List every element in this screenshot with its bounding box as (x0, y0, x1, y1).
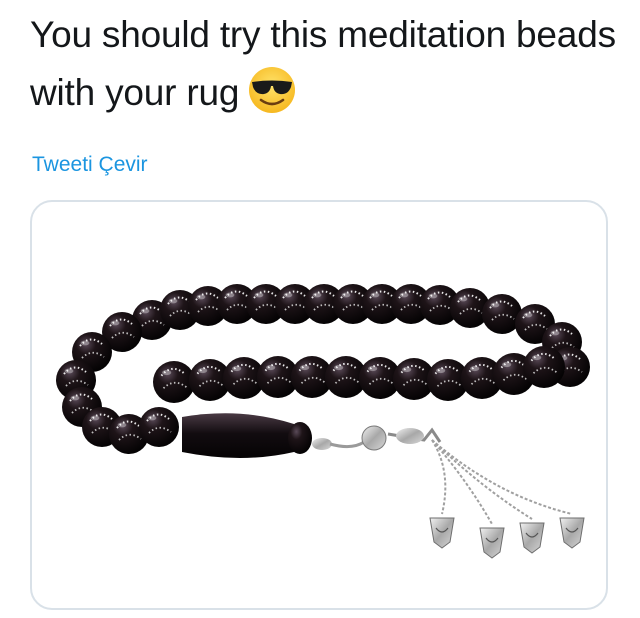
sunglasses-emoji-icon (247, 65, 297, 115)
silver-chain (329, 440, 365, 449)
tweet-media-image[interactable] (30, 200, 608, 610)
bead-highlight (458, 296, 468, 302)
bead-highlight (428, 293, 438, 299)
imame-piece (182, 413, 294, 458)
tassel-charm (519, 522, 545, 554)
bead-highlight (140, 308, 150, 314)
tassel-chain (431, 439, 573, 515)
bead-highlight (502, 362, 512, 368)
bead-highlight (470, 366, 480, 372)
bead-highlight (341, 292, 351, 298)
bead-highlight (334, 365, 344, 371)
tweet-text-content: You should try this meditation beads wit… (30, 14, 616, 113)
bead-highlight (90, 415, 100, 421)
bead-highlight (80, 340, 90, 346)
tweet-text: You should try this meditation beads wit… (30, 6, 620, 122)
bead-highlight (225, 292, 235, 298)
tassel-charm (559, 517, 585, 549)
translate-tweet-link[interactable]: Tweeti Çevir (32, 153, 148, 177)
silver-cap (312, 438, 332, 450)
tassel-chain (431, 439, 533, 520)
bead-highlight (523, 312, 533, 318)
bead-highlight (254, 292, 264, 298)
bead-highlight (147, 415, 157, 421)
bead-highlight (399, 292, 409, 298)
silver-ornament (361, 425, 387, 451)
bead-highlight (162, 370, 172, 376)
bead-highlight (198, 368, 208, 374)
bead-highlight (368, 366, 378, 372)
prayer-beads-image (56, 284, 590, 559)
bead-highlight (196, 294, 206, 300)
bead-highlight (110, 320, 120, 326)
bead-highlight (283, 292, 293, 298)
bead-highlight (550, 330, 560, 336)
bead-highlight (117, 422, 127, 428)
bead-highlight (370, 292, 380, 298)
bead-highlight (490, 302, 500, 308)
silver-bead (396, 428, 424, 444)
bead-highlight (300, 365, 310, 371)
bead-highlight (232, 366, 242, 372)
bead (139, 407, 179, 447)
bead-highlight (266, 365, 276, 371)
bead-highlight (402, 367, 412, 373)
bead-highlight (436, 368, 446, 374)
bead-highlight (312, 292, 322, 298)
bead-highlight (64, 368, 74, 374)
bead-highlight (70, 395, 80, 401)
tassel-chain (431, 439, 493, 525)
imame-cap (288, 422, 312, 454)
bead-highlight (532, 355, 542, 361)
bead-highlight (168, 298, 178, 304)
tassel-charm (429, 517, 455, 549)
tassel-charm (479, 527, 505, 559)
